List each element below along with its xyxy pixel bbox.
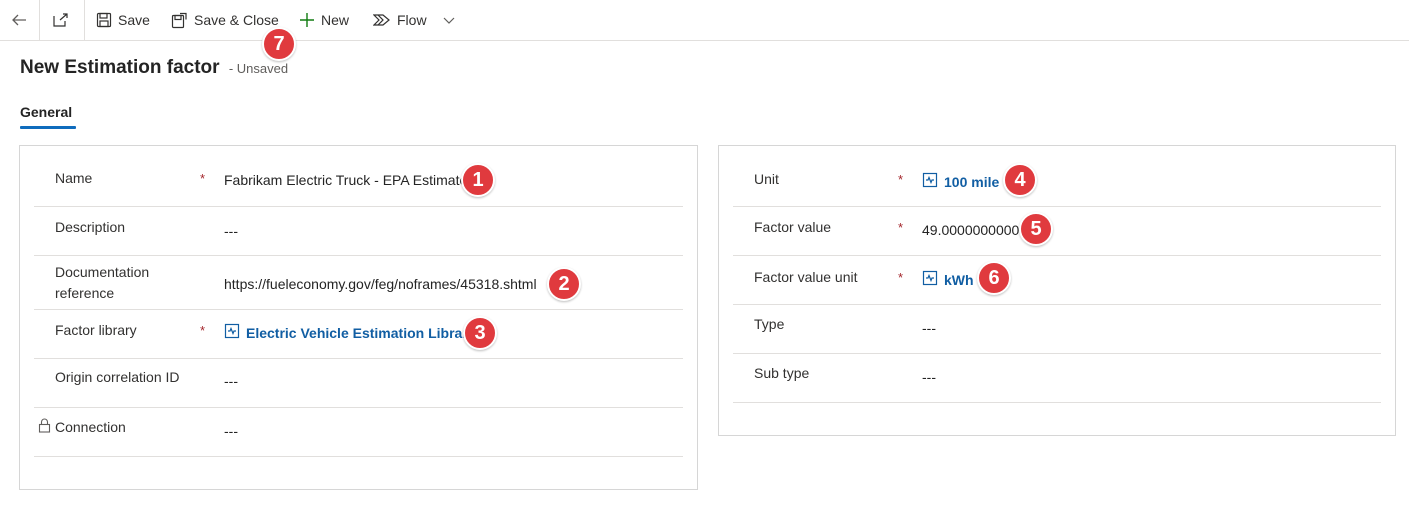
required-marker: *	[898, 172, 904, 187]
save-status: - Unsaved	[228, 61, 289, 76]
field-row-description: Description ---	[34, 207, 683, 256]
general-section-left: Name * Fabrikam Electric Truck - EPA Est…	[19, 145, 698, 490]
entity-record-icon	[224, 323, 240, 342]
origin-correlation-id-label: Origin correlation ID	[55, 369, 180, 385]
new-label: New	[321, 12, 350, 28]
factor-library-link[interactable]: Electric Vehicle Estimation Library	[246, 325, 476, 341]
type-label: Type	[754, 316, 785, 332]
sub-type-label: Sub type	[754, 365, 810, 381]
back-arrow-icon	[10, 11, 28, 29]
name-label: Name	[55, 170, 93, 186]
new-button[interactable]: New	[299, 0, 349, 40]
sub-type-field[interactable]: ---	[922, 369, 936, 385]
factor-library-lookup[interactable]: Electric Vehicle Estimation Library	[224, 323, 476, 342]
factor-value-label: Factor value	[754, 219, 832, 235]
required-marker: *	[898, 270, 904, 285]
factor-value-unit-label: Factor value unit	[754, 269, 858, 285]
general-section-right: Unit * 100 mile Factor value * 49.000000…	[718, 145, 1396, 436]
field-row-factor-value: Factor value * 49.0000000000	[733, 207, 1381, 256]
field-row-unit: Unit * 100 mile	[733, 146, 1381, 207]
save-close-icon	[171, 12, 188, 29]
documentation-reference-label-line2: reference	[55, 285, 115, 301]
field-row-type: Type ---	[733, 305, 1381, 354]
entity-record-icon	[922, 172, 938, 191]
annotation-badge-5: 5	[1019, 212, 1053, 246]
field-row-origin-correlation-id: Origin correlation ID ---	[34, 359, 683, 408]
documentation-reference-field[interactable]: https://fueleconomy.gov/feg/noframes/453…	[224, 276, 537, 292]
plus-icon	[299, 12, 315, 28]
name-field[interactable]: Fabrikam Electric Truck - EPA Estimate	[224, 172, 467, 188]
save-label: Save	[118, 12, 150, 28]
save-close-label: Save & Close	[194, 12, 279, 28]
annotation-badge-4: 4	[1003, 163, 1037, 197]
type-field[interactable]: ---	[922, 320, 936, 336]
chevron-down-icon[interactable]	[443, 15, 455, 25]
factor-value-field[interactable]: 49.0000000000	[922, 222, 1019, 238]
description-label: Description	[55, 219, 126, 235]
unit-label: Unit	[754, 171, 779, 187]
required-marker: *	[898, 220, 904, 235]
factor-library-label: Factor library	[55, 322, 137, 338]
annotation-badge-1: 1	[461, 163, 495, 197]
connection-field: ---	[224, 423, 238, 439]
annotation-badge-7: 7	[262, 27, 296, 61]
documentation-reference-label: Documentation reference	[55, 262, 149, 304]
save-icon	[96, 12, 112, 28]
description-field[interactable]: ---	[224, 223, 238, 239]
flow-button[interactable]: Flow	[373, 0, 455, 40]
entity-record-icon	[922, 270, 938, 289]
tab-general[interactable]: General	[20, 104, 72, 120]
field-row-connection: Connection ---	[34, 408, 683, 457]
popout-icon	[52, 11, 70, 29]
back-button[interactable]	[10, 0, 28, 40]
record-title: New Estimation factor	[20, 57, 220, 78]
annotation-badge-3: 3	[463, 316, 497, 350]
connection-label: Connection	[55, 419, 126, 435]
factor-value-unit-link[interactable]: kWh	[944, 272, 974, 288]
flow-label: Flow	[397, 12, 427, 28]
unit-lookup[interactable]: 100 mile	[922, 172, 999, 191]
save-and-close-button[interactable]: Save & Close	[171, 0, 279, 40]
documentation-reference-label-line1: Documentation	[55, 264, 150, 280]
flow-icon	[373, 12, 391, 28]
open-in-new-window-button[interactable]	[52, 0, 70, 40]
annotation-badge-6: 6	[977, 261, 1011, 295]
origin-correlation-id-field[interactable]: ---	[224, 373, 238, 389]
separator	[84, 0, 85, 40]
lock-icon	[38, 418, 51, 438]
annotation-badge-2: 2	[547, 267, 581, 301]
page-title: New Estimation factor - Unsaved	[20, 57, 288, 79]
required-marker: *	[200, 323, 206, 338]
separator	[39, 0, 40, 40]
field-row-factor-value-unit: Factor value unit * kWh	[733, 256, 1381, 305]
field-row-sub-type: Sub type ---	[733, 354, 1381, 403]
field-row-documentation-reference: Documentation reference https://fuelecon…	[34, 256, 683, 310]
field-row-name: Name * Fabrikam Electric Truck - EPA Est…	[34, 146, 683, 207]
unit-link[interactable]: 100 mile	[944, 174, 999, 190]
save-button[interactable]: Save	[96, 0, 150, 40]
factor-value-unit-lookup[interactable]: kWh	[922, 270, 974, 289]
tab-selected-indicator	[20, 126, 76, 129]
command-bar: Save Save & Close New Flow	[0, 0, 1409, 41]
required-marker: *	[200, 171, 206, 186]
field-row-factor-library: Factor library * Electric Vehicle Estima…	[34, 310, 683, 359]
